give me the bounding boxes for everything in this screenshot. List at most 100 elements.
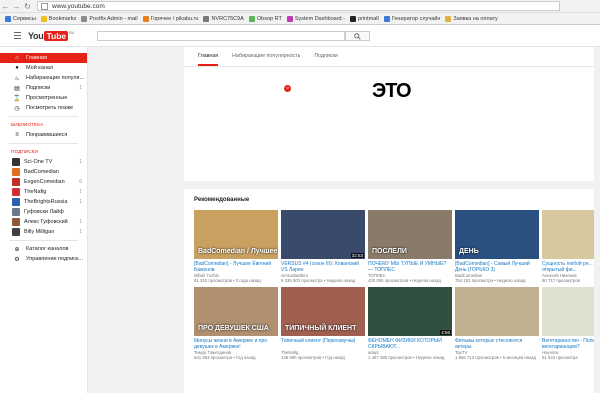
youtube-logo[interactable]: You Tube RU [28,31,74,41]
video-thumbnail[interactable]: ДЕНЬ [455,210,539,259]
video-card[interactable]: ДЕНЬ [BadComedian] - Самый Лучший День (Г… [455,210,539,283]
sidebar-item-home[interactable]: ⌂ Главная [0,53,87,63]
video-card[interactable]: 32:53 VERSUS #4 (сезон III): Хованский VS… [281,210,365,283]
bookmark-item[interactable]: NVRC75C9A [203,15,244,22]
video-thumbnail[interactable]: BadComedian / Лучшее [194,210,278,259]
sidebar-item-subscriptions[interactable]: ▤ Подписки 1 [0,83,87,93]
banner-badge: M [284,85,291,92]
subscription-item[interactable]: TheNafig 1 [0,187,87,197]
forward-icon[interactable]: → [11,1,22,12]
video-meta: 90 717 просмотров [542,278,600,283]
bookmark-item[interactable]: Postfix Admin - mail [81,15,138,22]
bookmark-item[interactable]: System Dashboard - [286,15,345,22]
bookmark-item[interactable]: Bookmarks [40,15,77,22]
bookmark-item[interactable]: printmall [349,15,379,22]
video-meta: 425 095 просмотров • Неделю назад [368,278,452,283]
tab-2[interactable]: Подписки [314,53,337,66]
thumbnail-caption: ДЕНЬ [459,248,479,255]
back-icon[interactable]: ← [0,1,11,12]
video-card[interactable]: ТИПИЧНЫЙ КЛИЕНТ Типичный клиент (Переозву… [281,287,365,360]
video-title[interactable]: Минусы жизни в Америке и про девушек в А… [194,338,278,350]
video-title[interactable]: Сущность любой ре... (Это открытый фи... [542,261,600,273]
add-icon: ⊕ [14,246,20,253]
logo-region: RU [69,31,75,35]
video-title[interactable]: [BadComedian] - Лучшее Евгений Баженов [194,261,278,273]
bookmark-item[interactable]: Генератор случайн [383,15,440,22]
video-thumbnail[interactable]: 4:56 [368,287,452,336]
video-title[interactable]: Типичный клиент (Переозвучка) [281,338,365,350]
video-card[interactable]: BadComedian / Лучшее [BadComedian] - Лучш… [194,210,278,283]
video-views: 91 310 просмотров [194,278,232,283]
video-title[interactable]: VERSUS #4 (сезон III): Хованский VS Лари… [281,261,365,273]
video-meta: 1 457 085 просмотров • Неделю назад [368,355,452,360]
bookmark-item[interactable]: Сервисы [5,15,36,22]
bookmark-label: Bookmarks [48,15,77,22]
video-thumbnail[interactable] [455,287,539,336]
video-meta: 51 642 просмотра [542,355,600,360]
sidebar-item-clock[interactable]: ◷ Посмотреть позже [0,103,87,113]
subscriptions-icon: ▤ [14,85,20,92]
video-title[interactable]: [BadComedian] - Самый Лучший День (ГОРЬК… [455,261,539,273]
video-views: 425 095 просмотров [368,278,409,283]
video-card[interactable]: 4:56 ФЕНОМЕН ФИЗИКИ КОТОРЫЙ СКРЫВАЮТ... ad… [368,287,452,360]
subscription-label: Sci-One TV [24,159,53,165]
channel-avatar [12,198,20,206]
sidebar-item-user[interactable]: ● Мой канал [0,63,87,73]
video-thumbnail[interactable] [542,287,600,336]
sidebar-divider [9,143,78,144]
video-card[interactable]: ПРО ДЕВУШЕК США Минусы жизни в Америке и … [194,287,278,360]
promo-banner[interactable]: M ЭТО [184,67,600,181]
thumbnail-caption: BadComedian / Лучшее [198,248,278,255]
tab-0[interactable]: Главная [198,53,219,66]
subscription-item[interactable]: Алекс Гуфовский 1 [0,217,87,227]
video-title[interactable]: Вегетарианство - Полезно ли быть вегетар… [542,338,600,350]
sidebar-item-label: Просмотренные [26,95,68,101]
sidebar-item-flame[interactable]: ♨ Набирающие популя... [0,73,87,83]
reload-icon[interactable]: ↻ [22,1,33,12]
video-thumbnail[interactable]: ПОСЛЕЛИ [368,210,452,259]
subscription-item[interactable]: TheBrightsRussia 1 [0,197,87,207]
channel-avatar [12,208,20,216]
subscription-count: 1 [79,189,82,195]
video-views: 754 153 просмотра [455,278,493,283]
main-tabs: Главная Набирающие популярность Подписки [184,47,600,67]
search-input[interactable] [97,31,345,41]
subscription-item[interactable]: BadComedian [0,167,87,177]
video-card[interactable]: Вегетарианство - Полезно ли быть вегетар… [542,287,600,360]
bookmark-favicon-icon [5,15,11,22]
sidebar-item-add[interactable]: ⊕ Каталог каналов [0,244,87,254]
sidebar-item-liked[interactable]: ≡ Понравившиеся [0,130,87,140]
video-title[interactable]: Фильмы которых стесняются актеры [455,338,539,350]
bookmark-item[interactable]: Obsop RT [248,15,282,22]
subscription-item[interactable]: EvgenComedian 6 [0,177,87,187]
flame-icon: ♨ [14,75,20,82]
tab-1[interactable]: Набирающие популярность [232,53,300,66]
video-card[interactable]: ПОСЛЕЛИ ПОЧЕМУ МЫ ТУПЫЕ И УМНЫЕ? — ТОПЛЕС… [368,210,452,283]
logo-you: You [28,31,44,41]
bookmark-favicon-icon [349,15,356,22]
subscription-item[interactable]: Гуфовски Лайф [0,207,87,217]
bookmark-item[interactable]: Горячее / pikabu.ru [142,15,198,22]
menu-icon[interactable] [14,32,21,41]
sidebar-item-history[interactable]: ⌛ Просмотренные [0,93,87,103]
video-thumbnail[interactable] [542,210,600,259]
subscription-count: 1 [79,229,82,235]
video-card[interactable]: Фильмы которых стесняются актеры TopTV 1 6… [455,287,539,360]
search-button[interactable] [345,31,370,41]
video-thumbnail[interactable]: 32:53 [281,210,365,259]
bookmark-favicon-icon [248,15,255,22]
video-thumbnail[interactable]: ПРО ДЕВУШЕК США [194,287,278,336]
sidebar-item-gear[interactable]: ⚙ Управление подписк... [0,254,87,264]
video-thumbnail[interactable]: ТИПИЧНЫЙ КЛИЕНТ [281,287,365,336]
sidebar-item-label: Подписки [26,85,51,91]
video-title[interactable]: ФЕНОМЕН ФИЗИКИ КОТОРЫЙ СКРЫВАЮТ... [368,338,452,350]
video-card[interactable]: Сущность любой ре... (Это открытый фи...… [542,210,600,283]
video-title[interactable]: ПОЧЕМУ МЫ ТУПЫЕ И УМНЫЕ? — ТОПЛЕС [368,261,452,273]
scrollbar[interactable] [594,47,600,393]
bookmark-favicon-icon [445,15,452,22]
bookmark-item[interactable]: Заявка на оплату [445,15,498,22]
subscriptions-heading: ПОДПИСКИ [11,150,38,155]
subscription-item[interactable]: Billy Milligan 1 [0,227,87,237]
subscription-item[interactable]: Sci-One TV 1 [0,157,87,167]
address-bar[interactable]: www.youtube.com [37,1,560,11]
